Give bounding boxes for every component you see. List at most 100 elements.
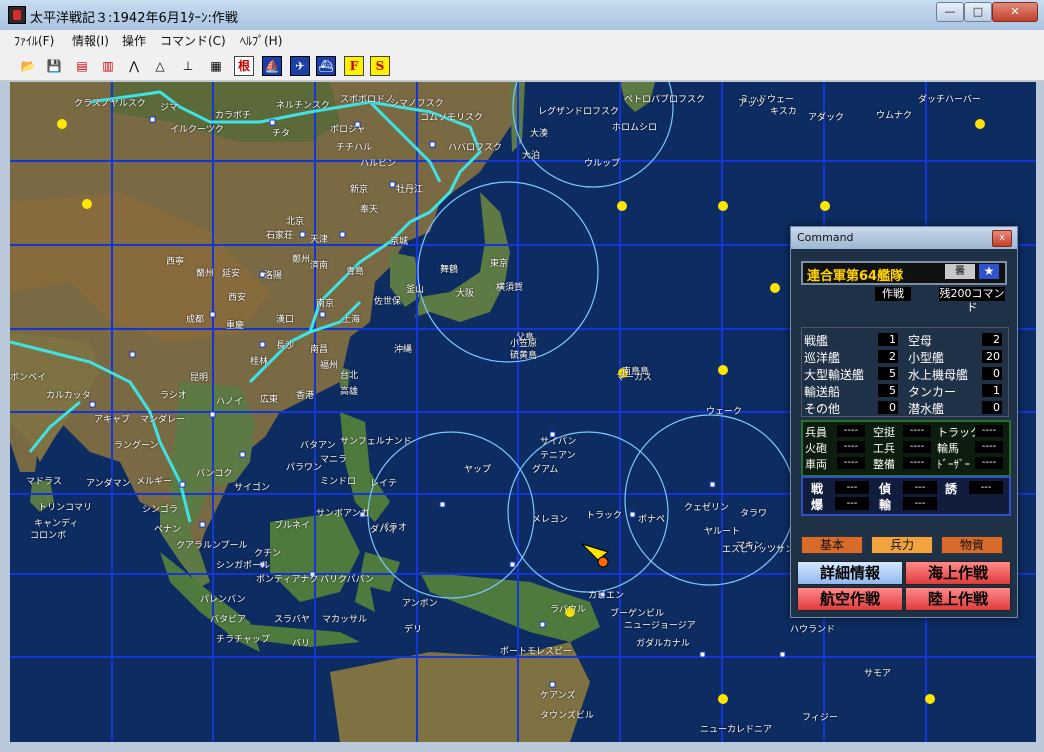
map-label: 蘭州 xyxy=(196,269,215,279)
map-label: ハノイ xyxy=(216,397,244,407)
map-label: スボボロドノ xyxy=(340,95,394,105)
open-folder-icon[interactable]: 📂 xyxy=(18,56,38,76)
troop-value: ---- xyxy=(837,425,865,437)
map-label: 佐世保 xyxy=(374,297,402,307)
map-label: マンダレー xyxy=(140,415,186,425)
air-label: 輸 xyxy=(879,498,892,512)
close-button[interactable]: ✕ xyxy=(992,2,1038,22)
menu-operation[interactable]: 操作 xyxy=(122,32,146,49)
report2-icon[interactable]: ▥ xyxy=(98,56,118,76)
map-label: カラボチ xyxy=(215,111,252,121)
ship-icon[interactable]: ⛴ xyxy=(316,56,336,76)
s-button[interactable]: S xyxy=(370,56,390,76)
fleet-name-box: 連合軍第64艦隊 曇 ★ xyxy=(801,261,1007,285)
troop-value: ---- xyxy=(975,425,1003,437)
menu-info[interactable]: 情報(I) xyxy=(72,32,109,49)
tab-supplies[interactable]: 物資 xyxy=(941,536,1003,554)
map-label: コムソモリスク xyxy=(420,113,484,123)
ruler-icon[interactable]: ⊥ xyxy=(178,56,198,76)
save-icon[interactable]: 💾 xyxy=(44,56,64,76)
map-label: ネルチンスク xyxy=(276,101,330,111)
air-value: --- xyxy=(903,497,937,510)
map-label: クラスノヤルスク xyxy=(74,99,146,109)
map-label: シマノフスク xyxy=(390,99,444,109)
map-label: ハバロフスク xyxy=(448,143,503,153)
map-label: ポートモレスビー xyxy=(500,647,573,657)
map-label: シンガポール xyxy=(216,561,271,571)
map-label: タウンズビル xyxy=(540,711,594,721)
minimize-button[interactable]: — xyxy=(936,2,964,22)
map-label: トラック xyxy=(586,511,623,521)
map-label: スラバヤ xyxy=(274,615,310,625)
troop-label: 車両 xyxy=(805,458,827,471)
ship-label: 戦艦 xyxy=(804,334,829,348)
troop-label: 輸馬 xyxy=(937,442,959,455)
ship-value: 2 xyxy=(982,333,1002,346)
list-icon[interactable]: ▦ xyxy=(206,56,226,76)
map-label: ラシオ xyxy=(160,391,187,401)
map-label: 重慶 xyxy=(226,321,245,331)
map-label: バリ xyxy=(292,639,311,649)
ship-label: 小型艦 xyxy=(908,351,945,365)
map-label: チタ xyxy=(272,129,291,139)
map-label: マドラス xyxy=(26,477,62,487)
window-title: 太平洋戦記３:1942年6月1ﾀｰﾝ:作戦 xyxy=(30,11,238,26)
tab-forces[interactable]: 兵力 xyxy=(871,536,933,554)
command-close-button[interactable]: x xyxy=(992,230,1012,247)
aircraft-icon[interactable]: ✈ xyxy=(290,56,310,76)
maximize-button[interactable]: □ xyxy=(964,2,992,22)
map-label: 釜山 xyxy=(406,285,425,295)
map-label: 大湊 xyxy=(530,129,549,139)
troop-label: 火砲 xyxy=(805,442,827,455)
air-operation-button[interactable]: 航空作戦 xyxy=(797,587,903,611)
divider-icon[interactable]: △ xyxy=(150,56,170,76)
map-label: 桂林 xyxy=(250,357,269,367)
map-label: 京城 xyxy=(390,237,409,247)
menu-file[interactable]: ﾌｧｲﾙ(F) xyxy=(14,32,54,49)
star-icon: ★ xyxy=(979,264,999,279)
app-icon[interactable] xyxy=(8,6,26,24)
map-label: チチハル xyxy=(336,143,373,153)
map-label: パラワン xyxy=(286,463,323,473)
map-label: ウムナク xyxy=(876,111,913,121)
ship-label: 水上機母艦 xyxy=(908,368,969,382)
map-label: 台北 xyxy=(340,371,359,381)
map-label: 成都 xyxy=(186,315,205,325)
map-label: 西寧 xyxy=(166,257,185,267)
command-title-bar[interactable]: Command x xyxy=(791,227,1017,249)
menu-help[interactable]: ﾍﾙﾌﾟ(H) xyxy=(240,32,282,49)
map-label: 南鳥島 xyxy=(622,367,650,377)
map-label: バタビア xyxy=(210,615,247,625)
fleet-icon[interactable]: ⛵ xyxy=(262,56,282,76)
map-label: ペトロパブロフスク xyxy=(624,95,706,105)
map-label: キスカ xyxy=(770,107,797,117)
f-button[interactable]: F xyxy=(344,56,364,76)
naval-operation-button[interactable]: 海上作戦 xyxy=(905,561,1011,585)
map-label: ラバウル xyxy=(550,605,586,615)
ship-value: 1 xyxy=(982,384,1002,397)
report-icon[interactable]: ▤ xyxy=(72,56,92,76)
map-label: イルクーツク xyxy=(170,125,224,135)
air-label: 爆 xyxy=(811,498,824,512)
base-button[interactable]: 根 xyxy=(234,56,254,76)
detail-info-button[interactable]: 詳細情報 xyxy=(797,561,903,585)
map-label: 延安 xyxy=(222,269,241,279)
menu-command[interactable]: コマンド(C) xyxy=(160,32,226,49)
map-label: 大泊 xyxy=(522,151,541,161)
compass-icon[interactable]: ⋀ xyxy=(124,56,144,76)
ship-label: タンカー xyxy=(908,385,957,399)
ship-counts: 戦艦 1 空母 2 巡洋艦 2 小型艦 20 大型輸送艦 5 水上機母艦 0 輸… xyxy=(801,327,1009,417)
fleet-name: 連合軍第64艦隊 xyxy=(807,269,904,284)
map-label: シンゴラ xyxy=(142,505,179,515)
map-label: フィジー xyxy=(802,713,838,723)
map-label: デリ xyxy=(404,625,423,635)
map-label: サンフェルナンド xyxy=(340,437,412,447)
air-label: 偵 xyxy=(879,482,892,496)
map-label: 青島 xyxy=(346,267,365,277)
tab-basic[interactable]: 基本 xyxy=(801,536,863,554)
land-operation-button[interactable]: 陸上作戦 xyxy=(905,587,1011,611)
troop-value: ---- xyxy=(975,441,1003,453)
map-label: サモア xyxy=(864,669,892,679)
map-label: アダック xyxy=(808,113,845,123)
map-label: アキャブ xyxy=(94,415,131,425)
